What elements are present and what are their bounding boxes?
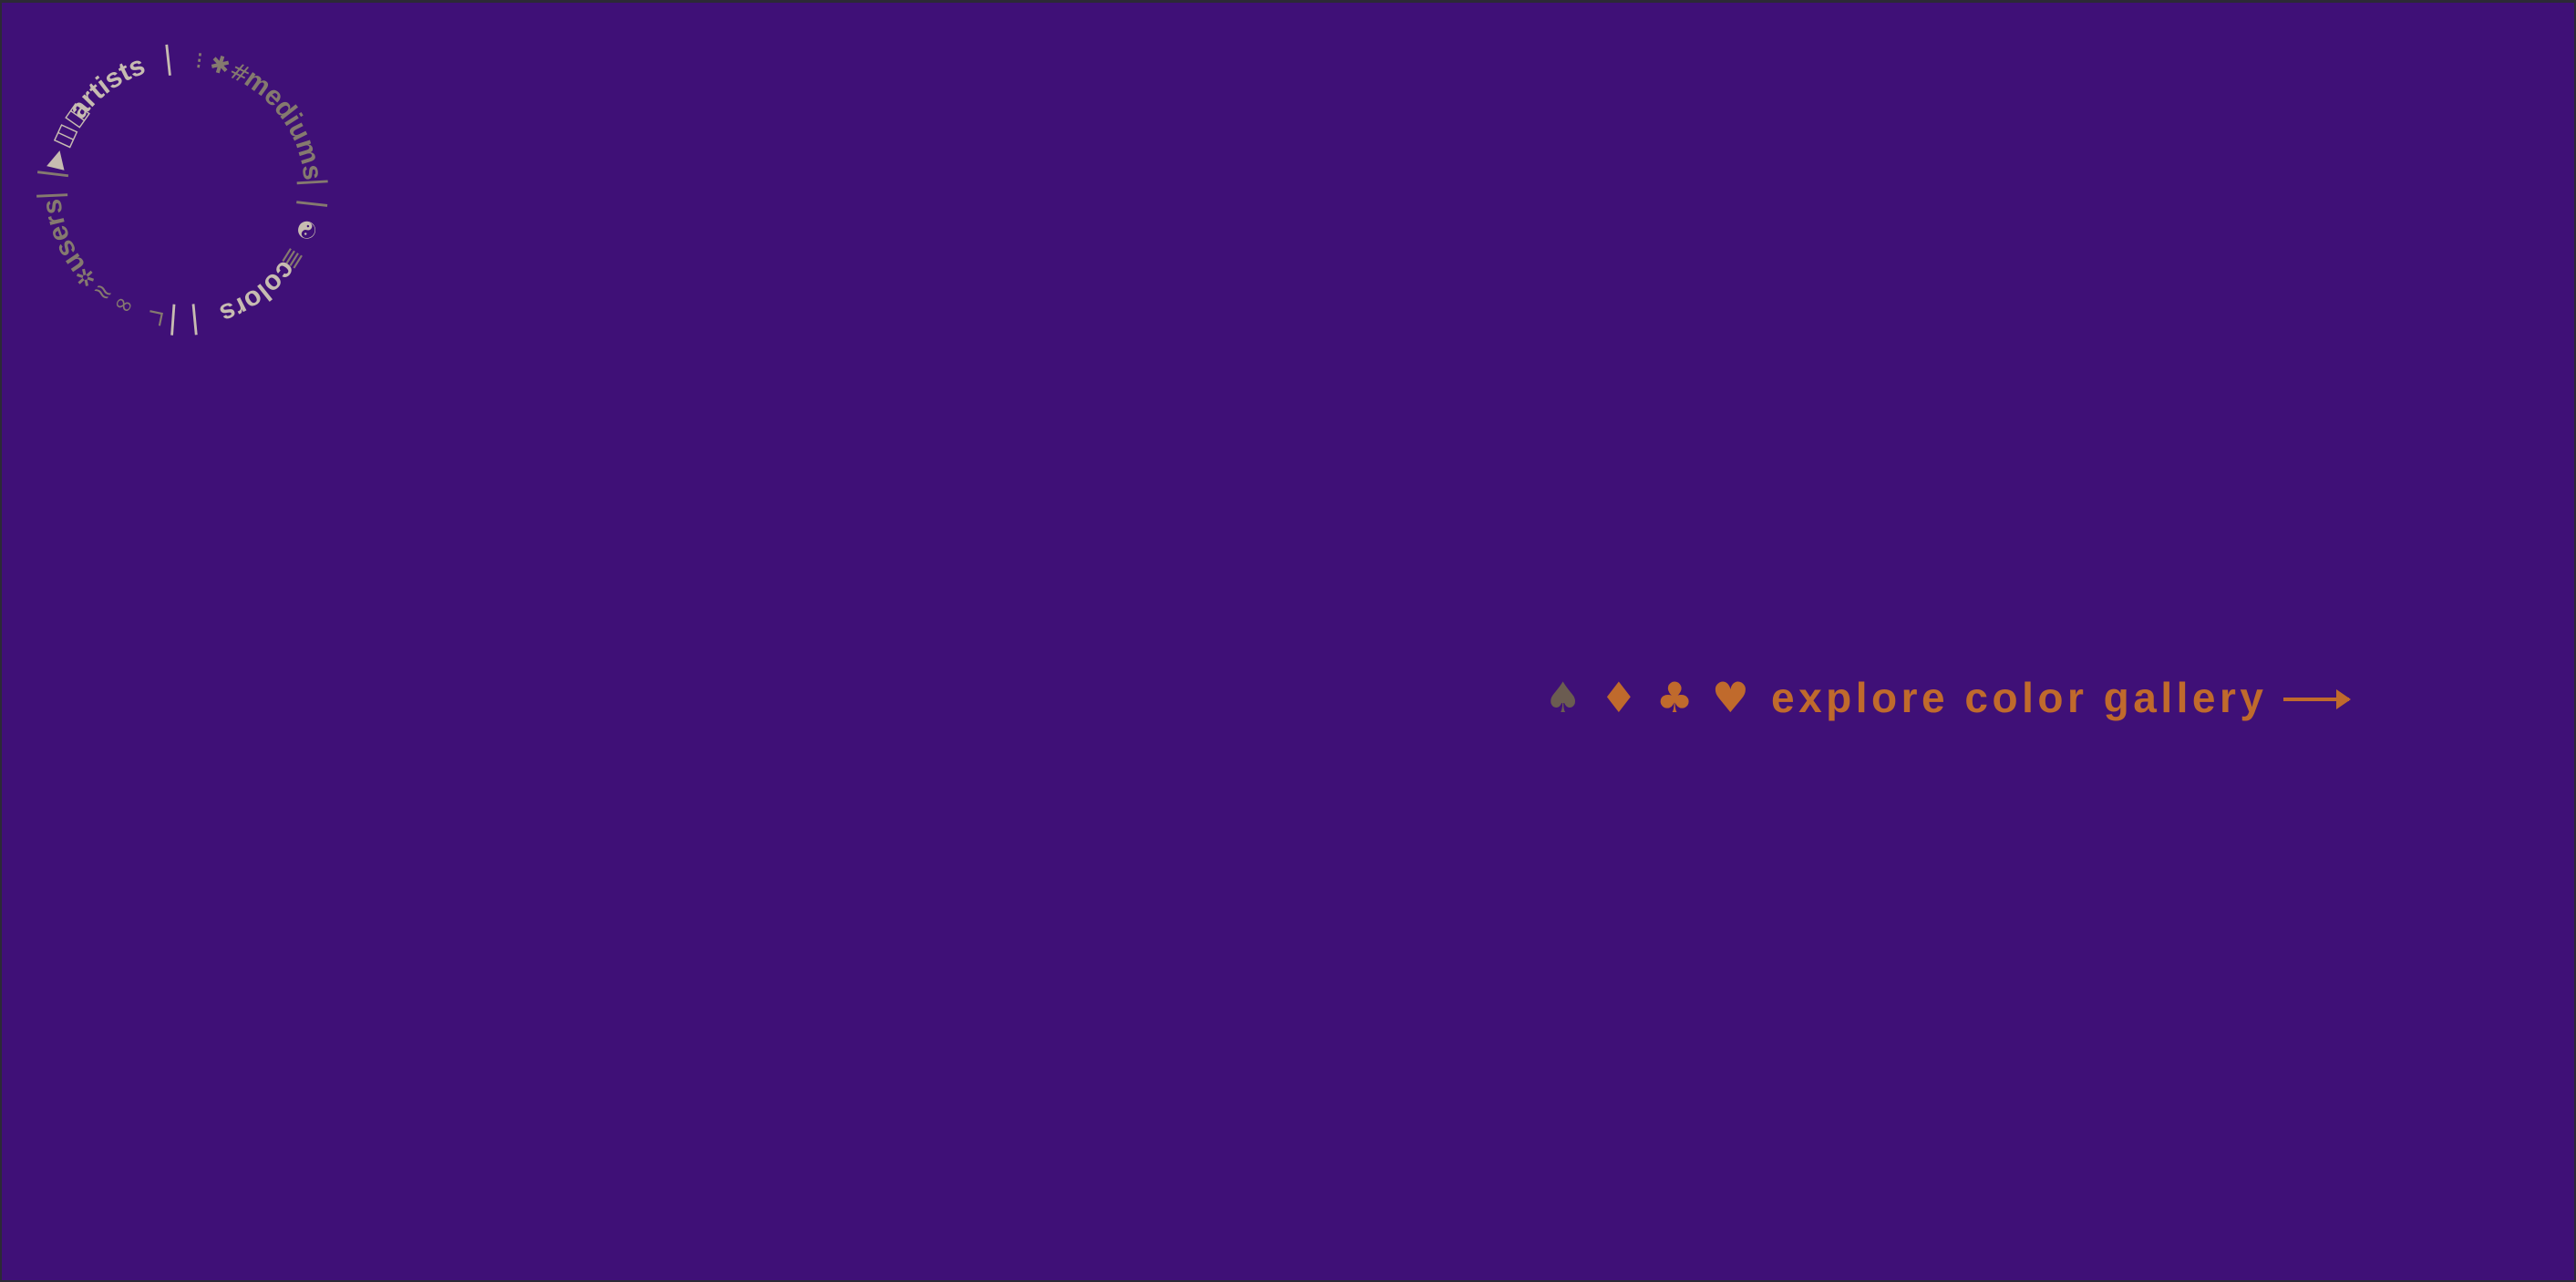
dots-icon: ⁝ (193, 47, 204, 76)
cta-label: explore color gallery (1771, 674, 2268, 721)
ring-separator-right: | | (295, 176, 333, 212)
play-icon[interactable]: ▶ (41, 147, 72, 171)
ring-link-artists[interactable]: artists (63, 50, 149, 124)
ring-link-colors[interactable]: colors (216, 255, 302, 329)
arrow-right-icon (2283, 689, 2352, 709)
heart-icon: ♥ (1711, 673, 1749, 722)
circular-nav-ring: | | ⁝ ✱ # mediums | | ☯ ≣ colors | | ∟ ∞… (27, 35, 337, 345)
ring-separator-bottom: | | (167, 303, 202, 340)
ring-separator-top: | | (161, 39, 188, 198)
club-icon: ♣ (1655, 673, 1694, 722)
ring-separator-left: | | (32, 166, 70, 202)
yinyang-icon: ☯ (289, 215, 322, 243)
nav-ring-svg: | | ⁝ ✱ # mediums | | ☯ ≣ colors | | ∟ ∞… (32, 39, 333, 340)
window-frame (0, 0, 2576, 1282)
diamond-icon: ♦ (1600, 673, 1638, 722)
corner-icon: ∟ (143, 301, 169, 332)
ring-link-users[interactable]: users (36, 197, 91, 278)
explore-color-gallery-link[interactable]: ♠ ♦ ♣ ♥ explore color gallery (1544, 668, 2352, 727)
spade-icon: ♠ (1544, 673, 1582, 722)
arrow-head (2336, 689, 2352, 709)
ring-link-mediums[interactable]: mediums (239, 64, 327, 182)
